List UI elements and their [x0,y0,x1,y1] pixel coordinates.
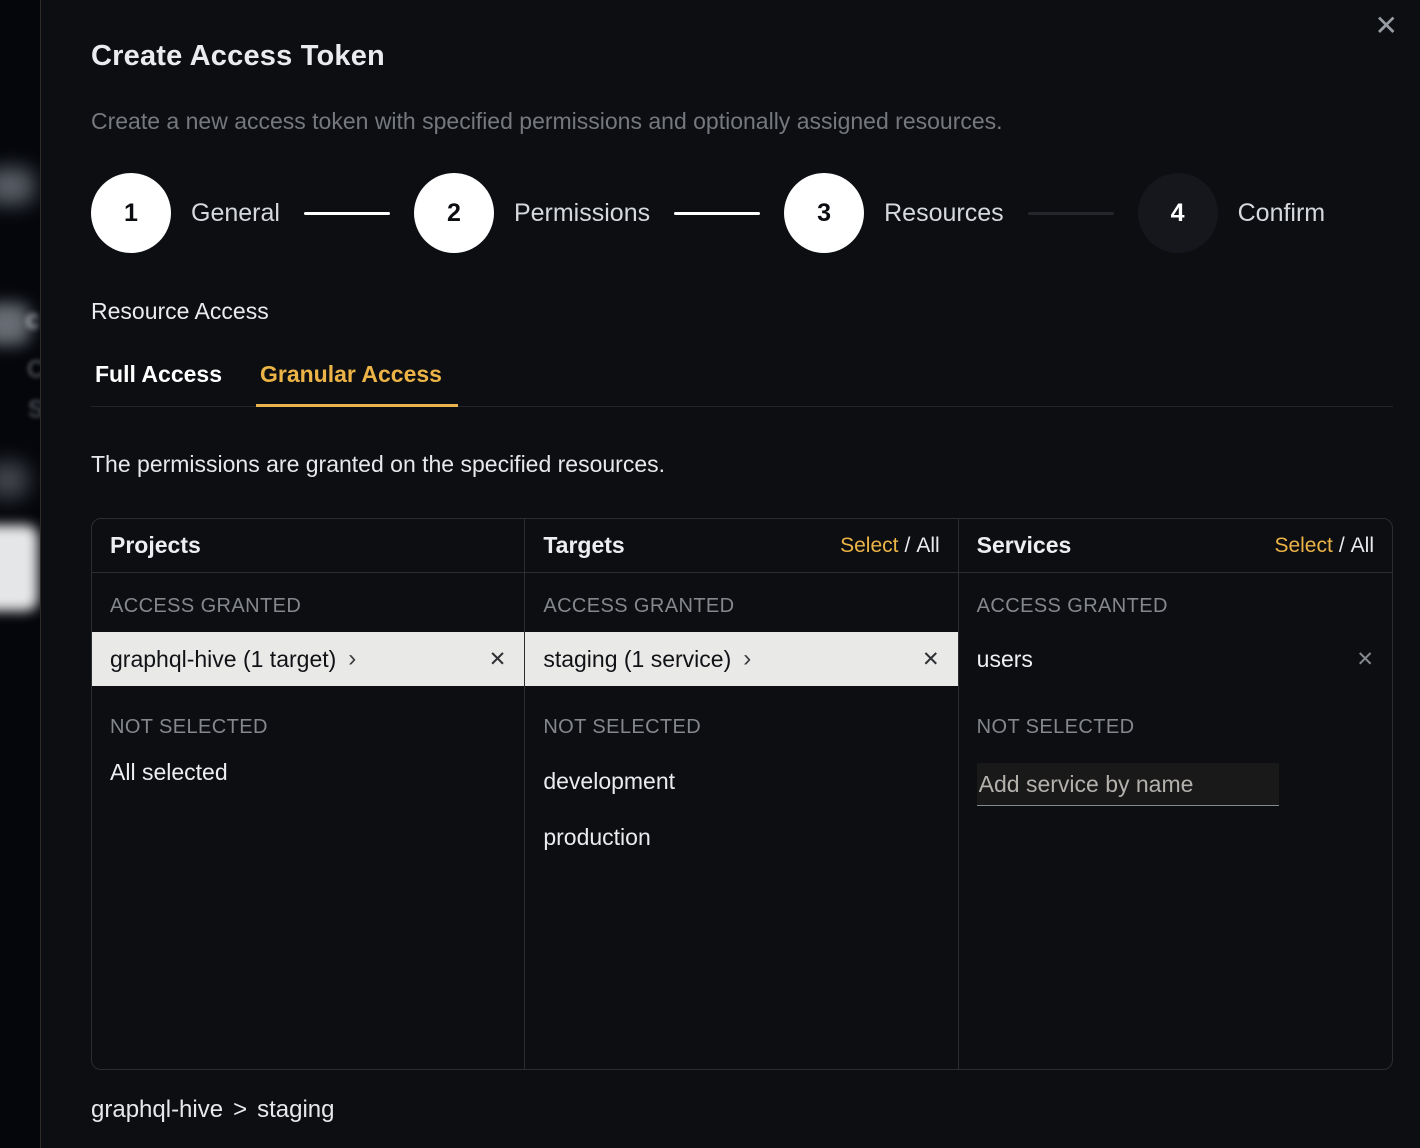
resource-access-heading: Resource Access [91,298,1392,325]
breadcrumb-project[interactable]: graphql-hive [91,1096,223,1123]
project-row-graphql-hive[interactable]: graphql-hive (1 target) › ✕ [92,632,524,686]
service-row-users: users ✕ [959,632,1392,686]
services-column: Services Select / All ACCESS GRANTED users… [959,519,1392,1069]
projects-granted-label: ACCESS GRANTED [92,573,524,632]
project-row-label: graphql-hive (1 target) [110,646,336,673]
targets-column: Targets Select / All ACCESS GRANTED stagin… [525,519,958,1069]
step-confirm: 4 Confirm [1138,173,1326,253]
modal-title: Create Access Token [91,40,1392,73]
step-1-label: General [191,199,280,228]
projects-empty-text: All selected [92,753,524,792]
step-1-circle: 1 [91,173,171,253]
step-4-label: Confirm [1238,199,1326,228]
step-3-circle: 3 [784,173,864,253]
step-connector-inactive [1028,212,1114,215]
step-2-label: Permissions [514,199,650,228]
services-select-all: Select / All [1274,534,1374,558]
step-resources[interactable]: 3 Resources [784,173,1004,253]
step-4-circle: 4 [1138,173,1218,253]
target-row-label: staging (1 service) [543,646,731,673]
stepper: 1 General 2 Permissions 3 Resources 4 Co… [91,173,1393,253]
access-mode-tabs: Full Access Granular Access [91,357,1393,407]
close-icon[interactable]: ✕ [1375,12,1398,40]
breadcrumb: graphql-hive > staging [91,1096,1392,1124]
services-granted-label: ACCESS GRANTED [959,573,1392,632]
target-row-staging[interactable]: staging (1 service) › ✕ [525,632,957,686]
backdrop-blob [0,462,28,498]
step-permissions[interactable]: 2 Permissions [414,173,650,253]
backdrop-card-blob [0,525,38,611]
projects-column: Projects ACCESS GRANTED graphql-hive (1 … [92,519,525,1069]
remove-project-icon[interactable]: ✕ [489,649,507,670]
targets-title: Targets [543,532,624,559]
chevron-right-icon: › [743,647,751,671]
step-2-circle: 2 [414,173,494,253]
backdrop-text-fragment: S [28,396,40,424]
step-general[interactable]: 1 General [91,173,280,253]
chevron-right-icon: › [348,647,356,671]
targets-select-all: Select / All [840,534,940,558]
target-option-development[interactable]: development [525,753,957,809]
projects-not-selected-label: NOT SELECTED [92,686,524,753]
tab-granular-access[interactable]: Granular Access [256,357,458,407]
services-select-link[interactable]: Select [1274,534,1332,557]
services-select-all-separator: / [1339,534,1345,557]
services-not-selected-label: NOT SELECTED [959,686,1392,753]
projects-header: Projects [92,519,524,573]
remove-service-icon[interactable]: ✕ [1356,649,1374,670]
targets-granted-label: ACCESS GRANTED [525,573,957,632]
tab-full-access[interactable]: Full Access [91,357,226,407]
remove-target-icon[interactable]: ✕ [922,649,940,670]
resource-table: Projects ACCESS GRANTED graphql-hive (1 … [91,518,1393,1070]
service-row-label: users [977,646,1033,673]
add-service-input[interactable] [977,763,1279,806]
breadcrumb-separator: > [233,1096,247,1123]
services-header: Services Select / All [959,519,1392,573]
targets-header: Targets Select / All [525,519,957,573]
targets-all-link[interactable]: All [916,534,939,557]
backdrop-text-fragment: C [27,356,40,384]
projects-title: Projects [110,532,201,559]
breadcrumb-target[interactable]: staging [257,1096,334,1123]
step-3-label: Resources [884,199,1004,228]
backdrop-text-fragment: c [26,304,39,335]
create-access-token-modal: ✕ Create Access Token Create a new acces… [40,0,1420,1148]
step-connector-active [304,212,390,215]
targets-not-selected-label: NOT SELECTED [525,686,957,753]
services-all-link[interactable]: All [1351,534,1374,557]
step-connector-active [674,212,760,215]
backdrop-page: c C S [0,0,40,1148]
backdrop-blob [0,168,34,204]
granular-access-description: The permissions are granted on the speci… [91,451,1392,478]
modal-subtitle: Create a new access token with specified… [91,108,1392,135]
targets-select-all-separator: / [904,534,910,557]
services-title: Services [977,532,1072,559]
target-option-production[interactable]: production [525,809,957,865]
targets-select-link[interactable]: Select [840,534,898,557]
